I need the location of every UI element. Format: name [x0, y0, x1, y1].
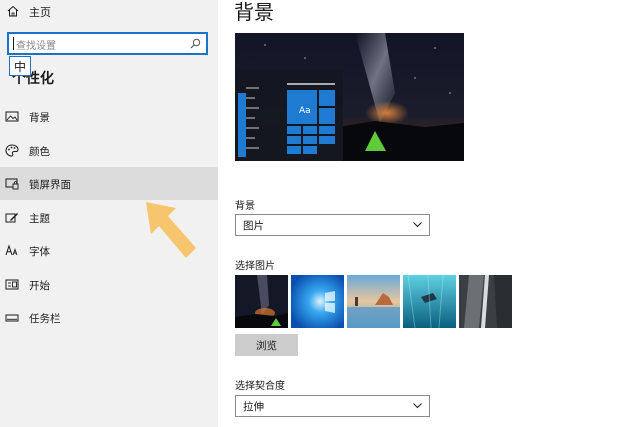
chevron-down-icon: [413, 403, 422, 409]
preview-wallpaper: [235, 33, 464, 161]
sidebar-item-label: 任务栏: [29, 313, 61, 325]
thumbnail-windows-light[interactable]: [291, 275, 344, 328]
home-icon: [7, 5, 19, 17]
background-dropdown[interactable]: 图片: [235, 214, 430, 236]
choose-fit-label: 选择契合度: [235, 381, 285, 392]
background-label: 背景: [235, 201, 255, 212]
sidebar-item-label: 开始: [29, 280, 50, 292]
chevron-down-icon: [413, 222, 422, 228]
text-caret: [13, 37, 14, 50]
taskbar-icon: [5, 314, 19, 322]
lock-screen-icon: [5, 178, 19, 190]
home-nav-item[interactable]: 主页: [0, 2, 218, 22]
main-content: 背景 Aa 背景 图片 选择图片 浏览 选择契合度 拉伸: [218, 0, 640, 427]
home-label: 主页: [29, 6, 51, 19]
picture-thumbnails: [235, 275, 513, 328]
thumbnail-beach-rocks[interactable]: [347, 275, 400, 328]
annotation-arrow-icon: [146, 202, 196, 258]
sidebar-item-start[interactable]: 开始: [0, 268, 218, 301]
sidebar-item-label: 背景: [29, 112, 50, 124]
sidebar-item-lock-screen[interactable]: 锁屏界面: [0, 167, 218, 200]
choose-picture-label: 选择图片: [235, 261, 275, 272]
ime-indicator: 中: [9, 56, 31, 76]
settings-sidebar: 主页 查找设置 个性化 中 背景 颜色 锁屏界面 主题 字体 开始 任务栏: [0, 0, 218, 427]
start-menu-icon: [5, 279, 19, 290]
sidebar-item-label: 锁屏界面: [29, 179, 71, 191]
preview-tile-label: Aa: [299, 106, 311, 116]
background-preview: Aa: [235, 33, 464, 161]
page-title: 背景: [234, 0, 274, 24]
sidebar-item-colors[interactable]: 颜色: [0, 134, 218, 167]
sidebar-item-label: 颜色: [29, 146, 50, 158]
browse-button[interactable]: 浏览: [235, 334, 298, 356]
fit-dropdown-value: 拉伸: [243, 401, 264, 413]
theme-brush-icon: [5, 213, 18, 223]
search-box[interactable]: 查找设置: [7, 32, 208, 55]
fit-dropdown[interactable]: 拉伸: [235, 395, 430, 417]
search-icon[interactable]: [190, 38, 201, 49]
sidebar-item-taskbar[interactable]: 任务栏: [0, 301, 218, 334]
thumbnail-galaxy-night[interactable]: [235, 275, 288, 328]
search-input[interactable]: 查找设置: [16, 37, 56, 52]
thumbnail-underwater[interactable]: [403, 275, 456, 328]
palette-icon: [5, 144, 19, 157]
background-dropdown-value: 图片: [243, 220, 264, 232]
sidebar-item-label: 主题: [29, 213, 50, 225]
thumbnail-rock-waterfall[interactable]: [459, 275, 512, 328]
font-icon: [5, 244, 18, 256]
sidebar-item-background[interactable]: 背景: [0, 100, 218, 133]
image-icon: [5, 111, 19, 122]
sidebar-item-label: 字体: [29, 246, 50, 258]
